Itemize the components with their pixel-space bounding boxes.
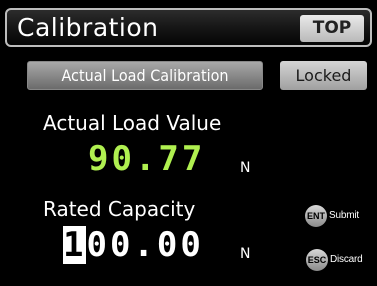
page-title: Calibration bbox=[17, 13, 159, 42]
esc-key-icon[interactable]: ESC bbox=[306, 249, 328, 271]
top-button[interactable]: TOP bbox=[300, 15, 364, 42]
calibration-mode-button[interactable]: Actual Load Calibration bbox=[27, 61, 263, 90]
rated-capacity-label: Rated Capacity bbox=[43, 197, 196, 221]
actual-load-unit: N bbox=[240, 160, 251, 176]
discard-hint[interactable]: ESC Discard bbox=[306, 249, 363, 271]
ent-key-icon[interactable]: ENT bbox=[305, 205, 327, 227]
actual-load-value: 90.77 bbox=[88, 139, 206, 179]
rated-capacity-digits: 00.00 bbox=[86, 225, 204, 265]
lock-status-badge: Locked bbox=[280, 61, 367, 90]
actual-load-label: Actual Load Value bbox=[43, 111, 222, 135]
edit-cursor-digit[interactable]: 1 bbox=[63, 226, 87, 264]
submit-hint-text: Submit bbox=[329, 210, 359, 221]
rated-capacity-unit: N bbox=[240, 246, 251, 262]
header-bar: Calibration TOP bbox=[5, 8, 372, 47]
calibration-screen: Calibration TOP Actual Load Calibration … bbox=[0, 0, 377, 286]
discard-hint-text: Discard bbox=[330, 254, 363, 265]
submit-hint[interactable]: ENT Submit bbox=[305, 205, 359, 227]
rated-capacity-input[interactable]: 100.00 bbox=[63, 226, 204, 264]
